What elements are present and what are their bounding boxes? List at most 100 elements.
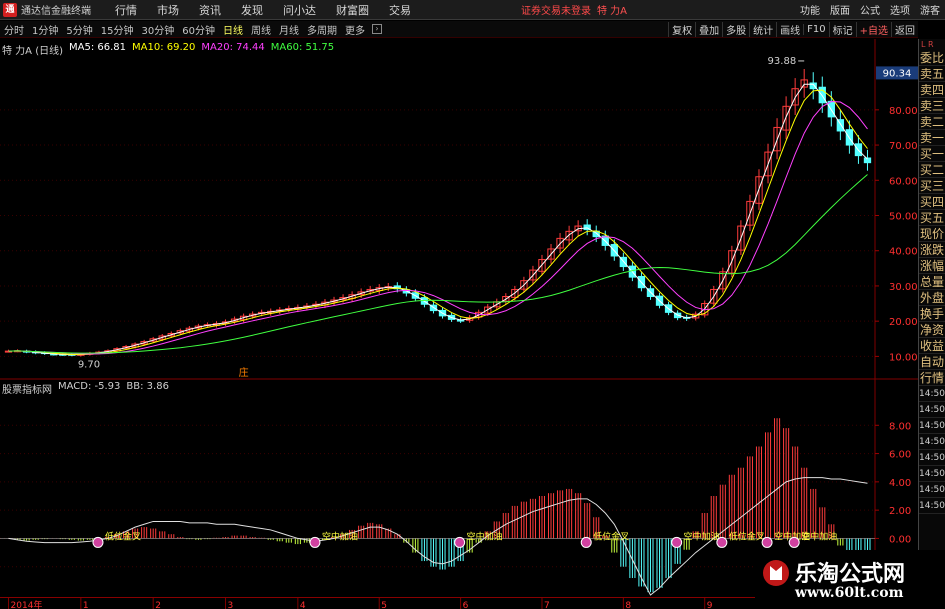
date-tick-label: 9	[707, 601, 713, 609]
panel-item: 买一	[919, 147, 945, 162]
signal-label: 低位金叉	[729, 530, 765, 542]
indicator-name[interactable]: 股票指标网	[2, 381, 52, 396]
period-15min[interactable]: 15分钟	[97, 22, 138, 37]
menu-item-ask[interactable]: 问小达	[273, 2, 326, 18]
statistics-button[interactable]: 统计	[749, 21, 776, 37]
panel-item: 收益	[919, 339, 945, 354]
macd-tick-label: 6.00	[889, 450, 911, 461]
period-toolbar: 分时 1分钟 5分钟 15分钟 30分钟 60分钟 日线 周线 月线 多周期 更…	[0, 21, 918, 38]
period-60min[interactable]: 60分钟	[178, 22, 219, 37]
signal-icon	[309, 536, 321, 548]
signal-icon	[580, 536, 592, 548]
menu-item-discover[interactable]: 发现	[231, 2, 273, 18]
price-tick-label: 10.00	[889, 352, 918, 363]
signal-label: 低位金叉	[593, 530, 629, 542]
macd-value: MACD: -5.93	[58, 381, 121, 392]
high-price-annotation: 93.88	[768, 56, 797, 67]
signal-label: 低位金叉	[105, 530, 141, 542]
menu-item-quotes[interactable]: 行情	[105, 2, 147, 18]
draw-line-button[interactable]: 画线	[776, 21, 803, 37]
period-5min[interactable]: 5分钟	[62, 22, 96, 37]
panel-toggle[interactable]: L R	[919, 39, 945, 50]
login-status[interactable]: 证券交易未登录	[521, 2, 591, 17]
panel-item: 行情	[919, 371, 945, 386]
panel-item: 换手	[919, 307, 945, 322]
panel-item: 买五	[919, 211, 945, 226]
menu-formula[interactable]: 公式	[855, 2, 885, 17]
multi-stock-button[interactable]: 多股	[722, 21, 749, 37]
more-chevron-icon[interactable]: ›	[371, 24, 382, 34]
guest-label[interactable]: 游客	[915, 2, 945, 17]
period-weekly[interactable]: 周线	[247, 22, 275, 37]
period-monthly[interactable]: 月线	[275, 22, 303, 37]
period-multi[interactable]: 多周期	[303, 22, 341, 37]
signal-icon	[761, 536, 773, 548]
panel-item: 委比	[919, 51, 945, 66]
panel-item: 14:50	[919, 386, 945, 402]
menu-bar: 通 通达信金融终端 行情 市场 资讯 发现 问小达 财富圈 交易 证券交易未登录…	[0, 0, 945, 20]
period-30min[interactable]: 30分钟	[137, 22, 178, 37]
panel-item: 总量	[919, 275, 945, 290]
period-1min[interactable]: 1分钟	[28, 22, 62, 37]
add-watchlist-button[interactable]: +自选	[855, 21, 891, 37]
period-tick[interactable]: 分时	[0, 22, 28, 37]
panel-item: 买三	[919, 179, 945, 194]
menu-item-trade[interactable]: 交易	[379, 2, 421, 18]
menu-options[interactable]: 选项	[885, 2, 915, 17]
ma5-line	[8, 83, 868, 356]
ma60-value: MA60: 51.75	[270, 42, 335, 53]
watermark-logo-icon	[763, 560, 789, 586]
panel-item: 外盘	[919, 291, 945, 306]
price-tick-label: 70.00	[889, 141, 918, 152]
panel-item: 卖三	[919, 99, 945, 114]
overlay-button[interactable]: 叠加	[695, 21, 722, 37]
menu-function[interactable]: 功能	[795, 2, 825, 17]
panel-item: 卖四	[919, 83, 945, 98]
panel-item: 涨跌	[919, 243, 945, 258]
app-title: 通达信金融终端	[21, 6, 91, 17]
panel-item: 买四	[919, 195, 945, 210]
signal-label: 空中加油	[684, 530, 720, 542]
date-tick-label: 5	[381, 601, 387, 609]
restore-rights-button[interactable]: 复权	[668, 21, 695, 37]
signal-icon	[788, 536, 800, 548]
menu-item-news[interactable]: 资讯	[189, 2, 231, 18]
signal-label: 空中加油	[801, 530, 837, 542]
panel-item: 14:50	[919, 418, 945, 434]
ma20-value: MA20: 74.44	[201, 42, 265, 53]
signal-icon	[671, 536, 683, 548]
menu-layout[interactable]: 版面	[825, 2, 855, 17]
mark-button[interactable]: 标记	[828, 21, 856, 37]
macd-tick-label: 2.00	[889, 506, 911, 517]
watermark-url: www.60lt.com	[795, 585, 904, 601]
panel-item: 涨幅	[919, 259, 945, 274]
signal-icon	[454, 536, 466, 548]
stock-period-label: 特 力A (日线)	[2, 46, 64, 57]
panel-item: 14:50	[919, 466, 945, 482]
panel-item: 卖一	[919, 131, 945, 146]
macd-info-line: 股票指标网 MACD: -5.93 BB: 3.86	[2, 381, 169, 396]
kline-chart[interactable]: 80.00 70.00 60.00 50.00 40.00 30.00 20.00 10.00…	[0, 39, 918, 597]
period-daily[interactable]: 日线	[219, 22, 247, 37]
price-tick-label: 60.00	[889, 176, 918, 187]
app-logo-icon: 通	[3, 2, 17, 17]
date-tick-label: 2	[155, 601, 161, 609]
chart-area[interactable]: 80.00 70.00 60.00 50.00 40.00 30.00 20.00 10.00…	[0, 39, 918, 597]
date-tick-label: 4	[300, 601, 306, 609]
quote-side-panel: L R 委比 卖五 卖四 卖三 卖二 卖一 买一 买二 买三 买四 买五 现价 涨跌 涨幅 总量 外盘 换手 净资…	[918, 39, 945, 609]
f10-button[interactable]: F10	[803, 23, 828, 35]
price-tick-label: 80.00	[889, 106, 918, 117]
menu-item-wealth[interactable]: 财富圈	[326, 2, 379, 18]
panel-item: 买二	[919, 163, 945, 178]
period-more[interactable]: 更多	[341, 22, 369, 37]
panel-item: 自动	[919, 355, 945, 370]
date-tick-label: 3	[228, 601, 234, 609]
current-price-label: 90.34	[883, 68, 912, 79]
panel-item: 14:50	[919, 498, 945, 514]
back-button[interactable]: 返回	[891, 21, 918, 37]
menu-item-market[interactable]: 市场	[147, 2, 189, 18]
right-menu: 功能 版面 公式 选项 游客	[795, 2, 945, 17]
signal-icon	[92, 536, 104, 548]
date-tick-label: 2014年	[11, 599, 43, 609]
date-tick-label: 7	[544, 601, 550, 609]
